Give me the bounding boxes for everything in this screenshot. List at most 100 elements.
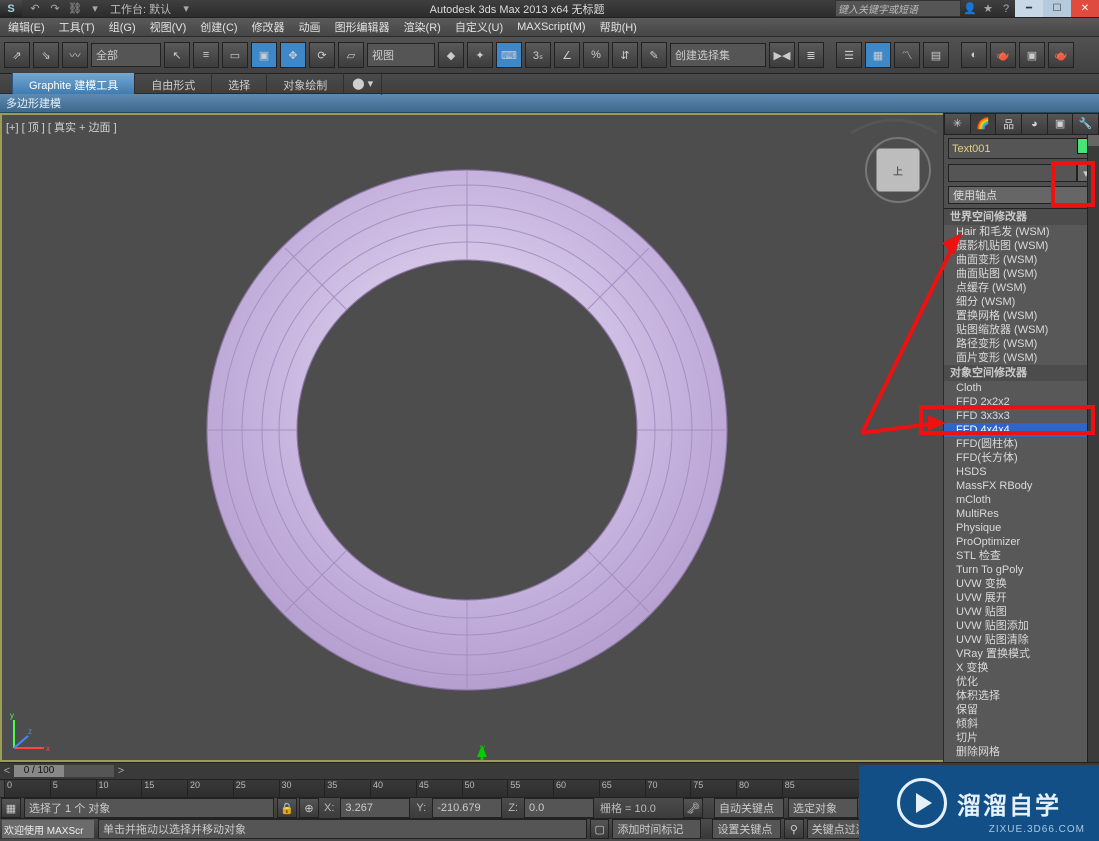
isolate-selection-icon[interactable]: 🗝 [683, 798, 703, 818]
add-time-tag-button[interactable]: 添加时间标记 [612, 819, 700, 839]
window-minimize-button[interactable]: ━ [1015, 0, 1043, 17]
mod-item[interactable]: X 变换 [944, 661, 1099, 675]
modifier-dropdown-list[interactable]: 世界空间修改器 Hair 和毛发 (WSM) 摄影机贴图 (WSM) 曲面变形 … [944, 208, 1099, 762]
select-object-icon[interactable]: ↖ [164, 42, 190, 68]
mod-item[interactable]: 路径变形 (WSM) [944, 337, 1099, 351]
absolute-transform-icon[interactable]: ⊕ [299, 798, 319, 818]
mod-item[interactable]: 切片 [944, 731, 1099, 745]
window-crossing-icon[interactable]: ▣ [251, 42, 277, 68]
render-icon[interactable]: 🫖 [1048, 42, 1074, 68]
mod-item-selected[interactable]: FFD 4x4x4 [944, 423, 1099, 437]
select-rotate-icon[interactable]: ⟳ [309, 42, 335, 68]
app-menu-icon[interactable]: S [0, 0, 22, 17]
cp-tab-utilities-icon[interactable]: 🔧 [1073, 113, 1099, 135]
edit-named-sel-icon[interactable]: ✎ [641, 42, 667, 68]
mod-item[interactable]: 倾斜 [944, 717, 1099, 731]
mod-item[interactable]: 置换网格 (WSM) [944, 309, 1099, 323]
window-close-button[interactable]: ✕ [1071, 0, 1099, 17]
mod-item[interactable]: 曲面变形 (WSM) [944, 253, 1099, 267]
move-gizmo[interactable]: y [457, 745, 517, 762]
viewport-top[interactable]: [+] [ 顶 ] [ 真实 + 边面 ] [0, 113, 943, 762]
mod-item[interactable]: MultiRes [944, 507, 1099, 521]
mod-item[interactable]: 摄影机贴图 (WSM) [944, 239, 1099, 253]
curve-editor-icon[interactable]: 〽 [894, 42, 920, 68]
x-value-input[interactable]: 3.267 [340, 798, 410, 818]
material-editor-icon[interactable]: ◐ [961, 42, 987, 68]
mirror-icon[interactable]: ▶◀ [769, 42, 795, 68]
key-filters-icon[interactable]: ⚲ [784, 819, 804, 839]
mod-item[interactable]: ProOptimizer [944, 535, 1099, 549]
mod-item[interactable]: UVW 展开 [944, 591, 1099, 605]
mod-item[interactable]: Cloth [944, 381, 1099, 395]
mod-item[interactable]: HSDS [944, 465, 1099, 479]
menu-graph-editors[interactable]: 图形编辑器 [335, 19, 390, 35]
select-move-icon[interactable]: ✥ [280, 42, 306, 68]
time-prev-icon[interactable]: < [0, 765, 14, 777]
unlink-icon[interactable]: ⇘ [33, 42, 59, 68]
named-sel-set-dropdown[interactable]: 创建选择集 [670, 43, 766, 67]
mod-item[interactable]: 体积选择 [944, 689, 1099, 703]
menu-customize[interactable]: 自定义(U) [455, 19, 503, 35]
spinner-snap-icon[interactable]: ⇵ [612, 42, 638, 68]
cp-tab-modify-icon[interactable]: 🌈 [971, 113, 997, 135]
menu-maxscript[interactable]: MAXScript(M) [517, 21, 585, 33]
cp-tab-create-icon[interactable]: ✳ [944, 113, 971, 135]
scroll-up-icon[interactable] [1088, 135, 1099, 146]
z-value-input[interactable]: 0.0 [524, 798, 594, 818]
steering-arc[interactable] [849, 117, 939, 135]
menu-modifiers[interactable]: 修改器 [252, 19, 285, 35]
mod-item[interactable]: FFD(圆柱体) [944, 437, 1099, 451]
viewcube[interactable]: 上 [863, 135, 933, 205]
selected-object-button[interactable]: 选定对象 [788, 798, 858, 818]
ribbon-tab-selection[interactable]: 选择 [212, 73, 267, 94]
menu-rendering[interactable]: 渲染(R) [404, 19, 441, 35]
mod-item[interactable]: UVW 贴图清除 [944, 633, 1099, 647]
mod-item[interactable]: UVW 变换 [944, 577, 1099, 591]
mod-item[interactable]: FFD 2x2x2 [944, 395, 1099, 409]
qat-undo-icon[interactable]: ↶ [26, 2, 44, 16]
workspace-dropdown-icon[interactable]: ▾ [177, 2, 195, 16]
ribbon-panel-poly[interactable]: 多边形建模 [0, 94, 1099, 113]
mod-item[interactable]: 保留 [944, 703, 1099, 717]
angle-snap-icon[interactable]: ∠ [554, 42, 580, 68]
ribbon-tab-object-paint[interactable]: 对象绘制 [267, 73, 344, 94]
menu-group[interactable]: 组(G) [109, 19, 136, 35]
command-panel-scrollbar[interactable] [1087, 135, 1099, 762]
menu-views[interactable]: 视图(V) [150, 19, 187, 35]
time-slider-track[interactable]: 0 / 100 [14, 765, 114, 777]
ruler-bar[interactable]: 0 5 10 15 20 25 30 35 40 45 50 55 60 65 … [4, 780, 919, 797]
qat-link-icon[interactable]: ⛓ [66, 2, 84, 16]
bind-spacewarp-icon[interactable]: 〰 [62, 42, 88, 68]
user-icon[interactable]: 👤 [961, 2, 979, 16]
torus-geometry[interactable] [202, 165, 732, 695]
percent-snap-icon[interactable]: % [583, 42, 609, 68]
mod-item[interactable]: STL 检查 [944, 549, 1099, 563]
mod-item[interactable]: VRay 置换模式 [944, 647, 1099, 661]
selection-filter-dropdown[interactable]: 全部 [91, 43, 161, 67]
help-search-input[interactable]: 键入关键字或短语 [835, 0, 961, 17]
mod-item[interactable]: mCloth [944, 493, 1099, 507]
mod-item[interactable]: Physique [944, 521, 1099, 535]
render-frame-icon[interactable]: ▣ [1019, 42, 1045, 68]
schematic-view-icon[interactable]: ▤ [923, 42, 949, 68]
cp-tab-display-icon[interactable]: ▣ [1048, 113, 1074, 135]
workspace-label[interactable]: 工作台: 默认 [106, 1, 175, 17]
keyboard-shortcut-icon[interactable]: ⌨ [496, 42, 522, 68]
ribbon-expand-icon[interactable]: ⬤ ▾ [344, 72, 382, 95]
mod-item[interactable]: Hair 和毛发 (WSM) [944, 225, 1099, 239]
qat-dropdown-icon[interactable]: ▾ [86, 2, 104, 16]
mod-item[interactable]: 优化 [944, 675, 1099, 689]
help-icon[interactable]: ? [997, 2, 1015, 16]
snap-toggle-icon[interactable]: 3ₛ [525, 42, 551, 68]
mod-item[interactable]: 面片变形 (WSM) [944, 351, 1099, 365]
cp-tab-hierarchy-icon[interactable]: 品 [996, 113, 1022, 135]
mod-item[interactable]: 细分 (WSM) [944, 295, 1099, 309]
lock-selection-icon[interactable]: 🔒 [277, 798, 297, 818]
render-setup-icon[interactable]: 🫖 [990, 42, 1016, 68]
mod-item[interactable]: FFD(长方体) [944, 451, 1099, 465]
ribbon-tab-freeform[interactable]: 自由形式 [135, 73, 212, 94]
layer-manager-icon[interactable]: ☰ [836, 42, 862, 68]
use-pivot-label[interactable]: 使用轴点 [948, 186, 1095, 204]
mod-item[interactable]: UVW 贴图添加 [944, 619, 1099, 633]
mod-item[interactable]: 删除网格 [944, 745, 1099, 759]
